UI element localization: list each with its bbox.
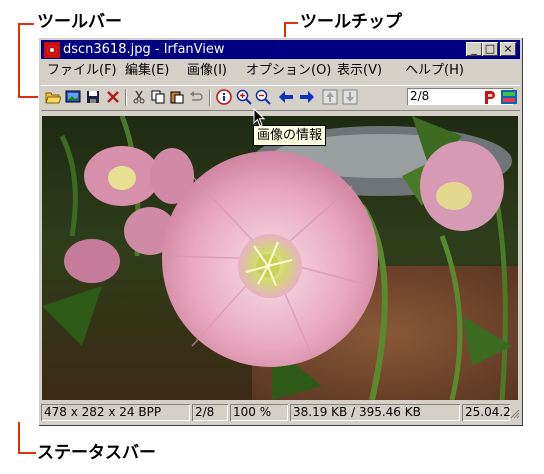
title-bar[interactable]: dscn3618.jpg - IrfanView _ □ × <box>41 40 520 59</box>
slideshow-icon[interactable] <box>65 89 81 105</box>
status-filesize: 38.19 KB / 395.46 KB <box>290 404 460 421</box>
menu-help[interactable]: ヘルプ(H) <box>405 63 464 79</box>
statusbar-callout-label: ステータスバー <box>37 443 156 463</box>
tooltip-callout-label: ツールチップ <box>300 12 402 32</box>
irfanview-app-icon[interactable] <box>44 42 60 58</box>
previous-arrow-icon[interactable] <box>278 89 294 105</box>
toolbar-callout-line-top <box>18 23 34 25</box>
statusbar-callout-line-bottom <box>18 452 36 454</box>
thumbnails-icon[interactable] <box>501 89 517 105</box>
toolbar: 2/8 <box>41 85 520 111</box>
image-view[interactable] <box>42 116 518 400</box>
menu-file[interactable]: ファイル(F) <box>47 63 117 79</box>
irfanview-window: dscn3618.jpg - IrfanView _ □ × ファイル(F) 編… <box>38 37 523 426</box>
cut-icon[interactable] <box>131 89 147 105</box>
delete-icon[interactable] <box>105 89 121 105</box>
info-icon[interactable] <box>216 89 232 105</box>
window-title: dscn3618.jpg - IrfanView <box>63 42 225 57</box>
toolbar-callout-line-bottom <box>18 96 40 98</box>
toolbar-callout-label: ツールバー <box>37 12 122 32</box>
tooltip-callout-line-top <box>284 22 298 24</box>
status-date: 25.04.2 <box>462 404 510 421</box>
last-file-icon[interactable] <box>342 89 358 105</box>
open-folder-icon[interactable] <box>45 89 61 105</box>
copy-icon[interactable] <box>150 89 166 105</box>
close-button[interactable]: × <box>500 42 516 56</box>
zoom-out-icon[interactable] <box>255 89 271 105</box>
minimize-button[interactable]: _ <box>466 42 482 56</box>
status-zoom: 100 % <box>230 404 288 421</box>
resize-grip-icon[interactable] <box>510 408 520 420</box>
menu-view[interactable]: 表示(V) <box>337 63 382 79</box>
mouse-cursor-icon <box>253 108 266 127</box>
status-page: 2/8 <box>192 404 228 421</box>
zoom-in-icon[interactable] <box>236 89 252 105</box>
undo-icon[interactable] <box>188 89 204 105</box>
maximize-button[interactable]: □ <box>482 42 498 56</box>
toolbar-separator <box>125 89 127 106</box>
next-arrow-icon[interactable] <box>299 89 315 105</box>
statusbar-callout-line-vertical <box>18 422 20 454</box>
menu-bar: ファイル(F) 編集(E) 画像(I) オプション(O) 表示(V) ヘルプ(H… <box>41 61 520 81</box>
status-bar: 478 x 282 x 24 BPP 2/8 100 % 38.19 KB / … <box>41 402 520 423</box>
paste-icon[interactable] <box>169 89 185 105</box>
toolbar-callout-line-vertical <box>18 23 20 98</box>
first-file-icon[interactable] <box>322 89 338 105</box>
menu-edit[interactable]: 編集(E) <box>125 63 169 79</box>
toolbar-separator <box>209 89 211 106</box>
save-icon[interactable] <box>85 89 101 105</box>
menu-options[interactable]: オプション(O) <box>246 63 331 79</box>
status-dimensions: 478 x 282 x 24 BPP <box>41 404 190 421</box>
flower-photo <box>42 116 518 400</box>
print-icon[interactable] <box>482 89 498 105</box>
tooltip: 画像の情報 <box>253 125 327 146</box>
menu-image[interactable]: 画像(I) <box>187 63 227 79</box>
